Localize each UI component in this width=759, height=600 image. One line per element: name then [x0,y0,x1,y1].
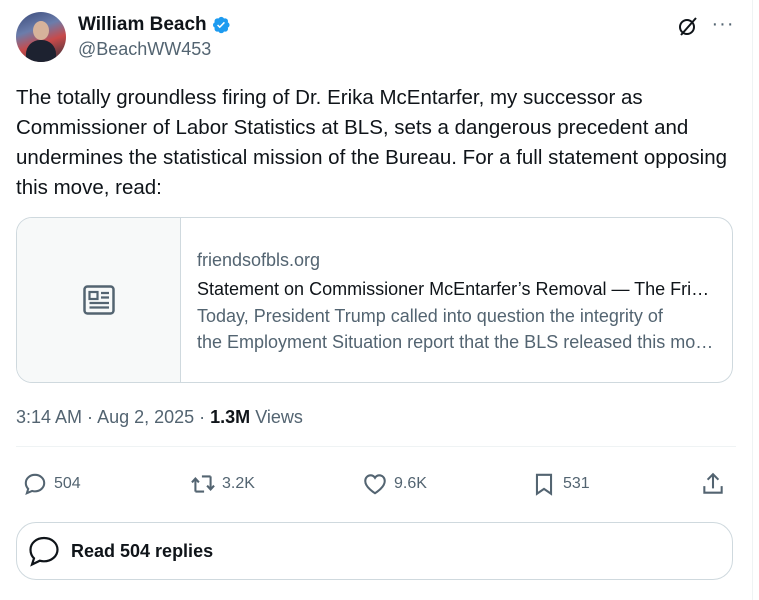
like-button[interactable]: 9.6K [362,468,427,500]
read-replies-label: Read 504 replies [71,540,214,561]
share-icon [703,472,723,494]
tweet-meta: 3:14 AM · Aug 2, 2025 · 1.3M Views [16,405,303,429]
card-domain: friendsofbls.org [197,250,321,270]
card-body: friendsofbls.org Statement on Commission… [197,248,717,355]
tweet-date[interactable]: Aug 2, 2025 [97,407,194,427]
like-count: 9.6K [394,475,427,492]
reply-button[interactable]: 504 [22,468,81,500]
tweet-time[interactable]: 3:14 AM [16,407,82,427]
author-name-row: William Beach [78,14,231,36]
link-card[interactable]: friendsofbls.org Statement on Commission… [16,217,733,383]
avatar-head [33,21,49,40]
tweet-text: The totally groundless firing of Dr. Eri… [16,86,728,199]
heart-icon [364,474,386,495]
repost-button[interactable]: 3.2K [190,468,255,500]
author-name[interactable]: William Beach [78,14,207,36]
reply-icon [24,473,46,496]
views-count: 1.3M [210,407,251,427]
avatar-body [26,40,56,62]
grok-icon[interactable] [676,14,700,38]
repost-count: 3.2K [222,475,255,492]
action-bar: 504 3.2K 9.6K 531 [16,468,736,500]
card-description: Today, President Trump called into quest… [197,303,715,355]
avatar[interactable] [16,12,66,62]
tweet-header: William Beach @BeachWW453 ··· [16,12,736,64]
verified-badge-icon [212,16,230,34]
bookmark-icon [535,473,553,496]
share-button[interactable] [700,468,726,500]
divider [16,446,736,447]
article-icon [83,285,115,315]
meta-separator: · [194,407,211,427]
card-description-line: the Employment Situation report that the… [197,332,715,352]
meta-separator: · [82,407,98,427]
bookmark-button[interactable]: 531 [531,468,590,500]
read-replies-button[interactable]: Read 504 replies [16,522,733,580]
right-divider [752,0,753,600]
replies-bubble-icon [29,536,59,567]
author-handle[interactable]: @BeachWW453 [78,39,211,60]
views-label: Views [250,407,303,427]
card-description-line: Today, President Trump called into quest… [197,306,663,326]
repost-icon [191,475,215,493]
more-options-icon[interactable]: ··· [710,14,736,38]
bookmark-count: 531 [563,475,590,492]
reply-count: 504 [54,475,81,492]
card-title: Statement on Commissioner McEntarfer’s R… [197,279,715,299]
card-thumbnail [17,218,181,382]
